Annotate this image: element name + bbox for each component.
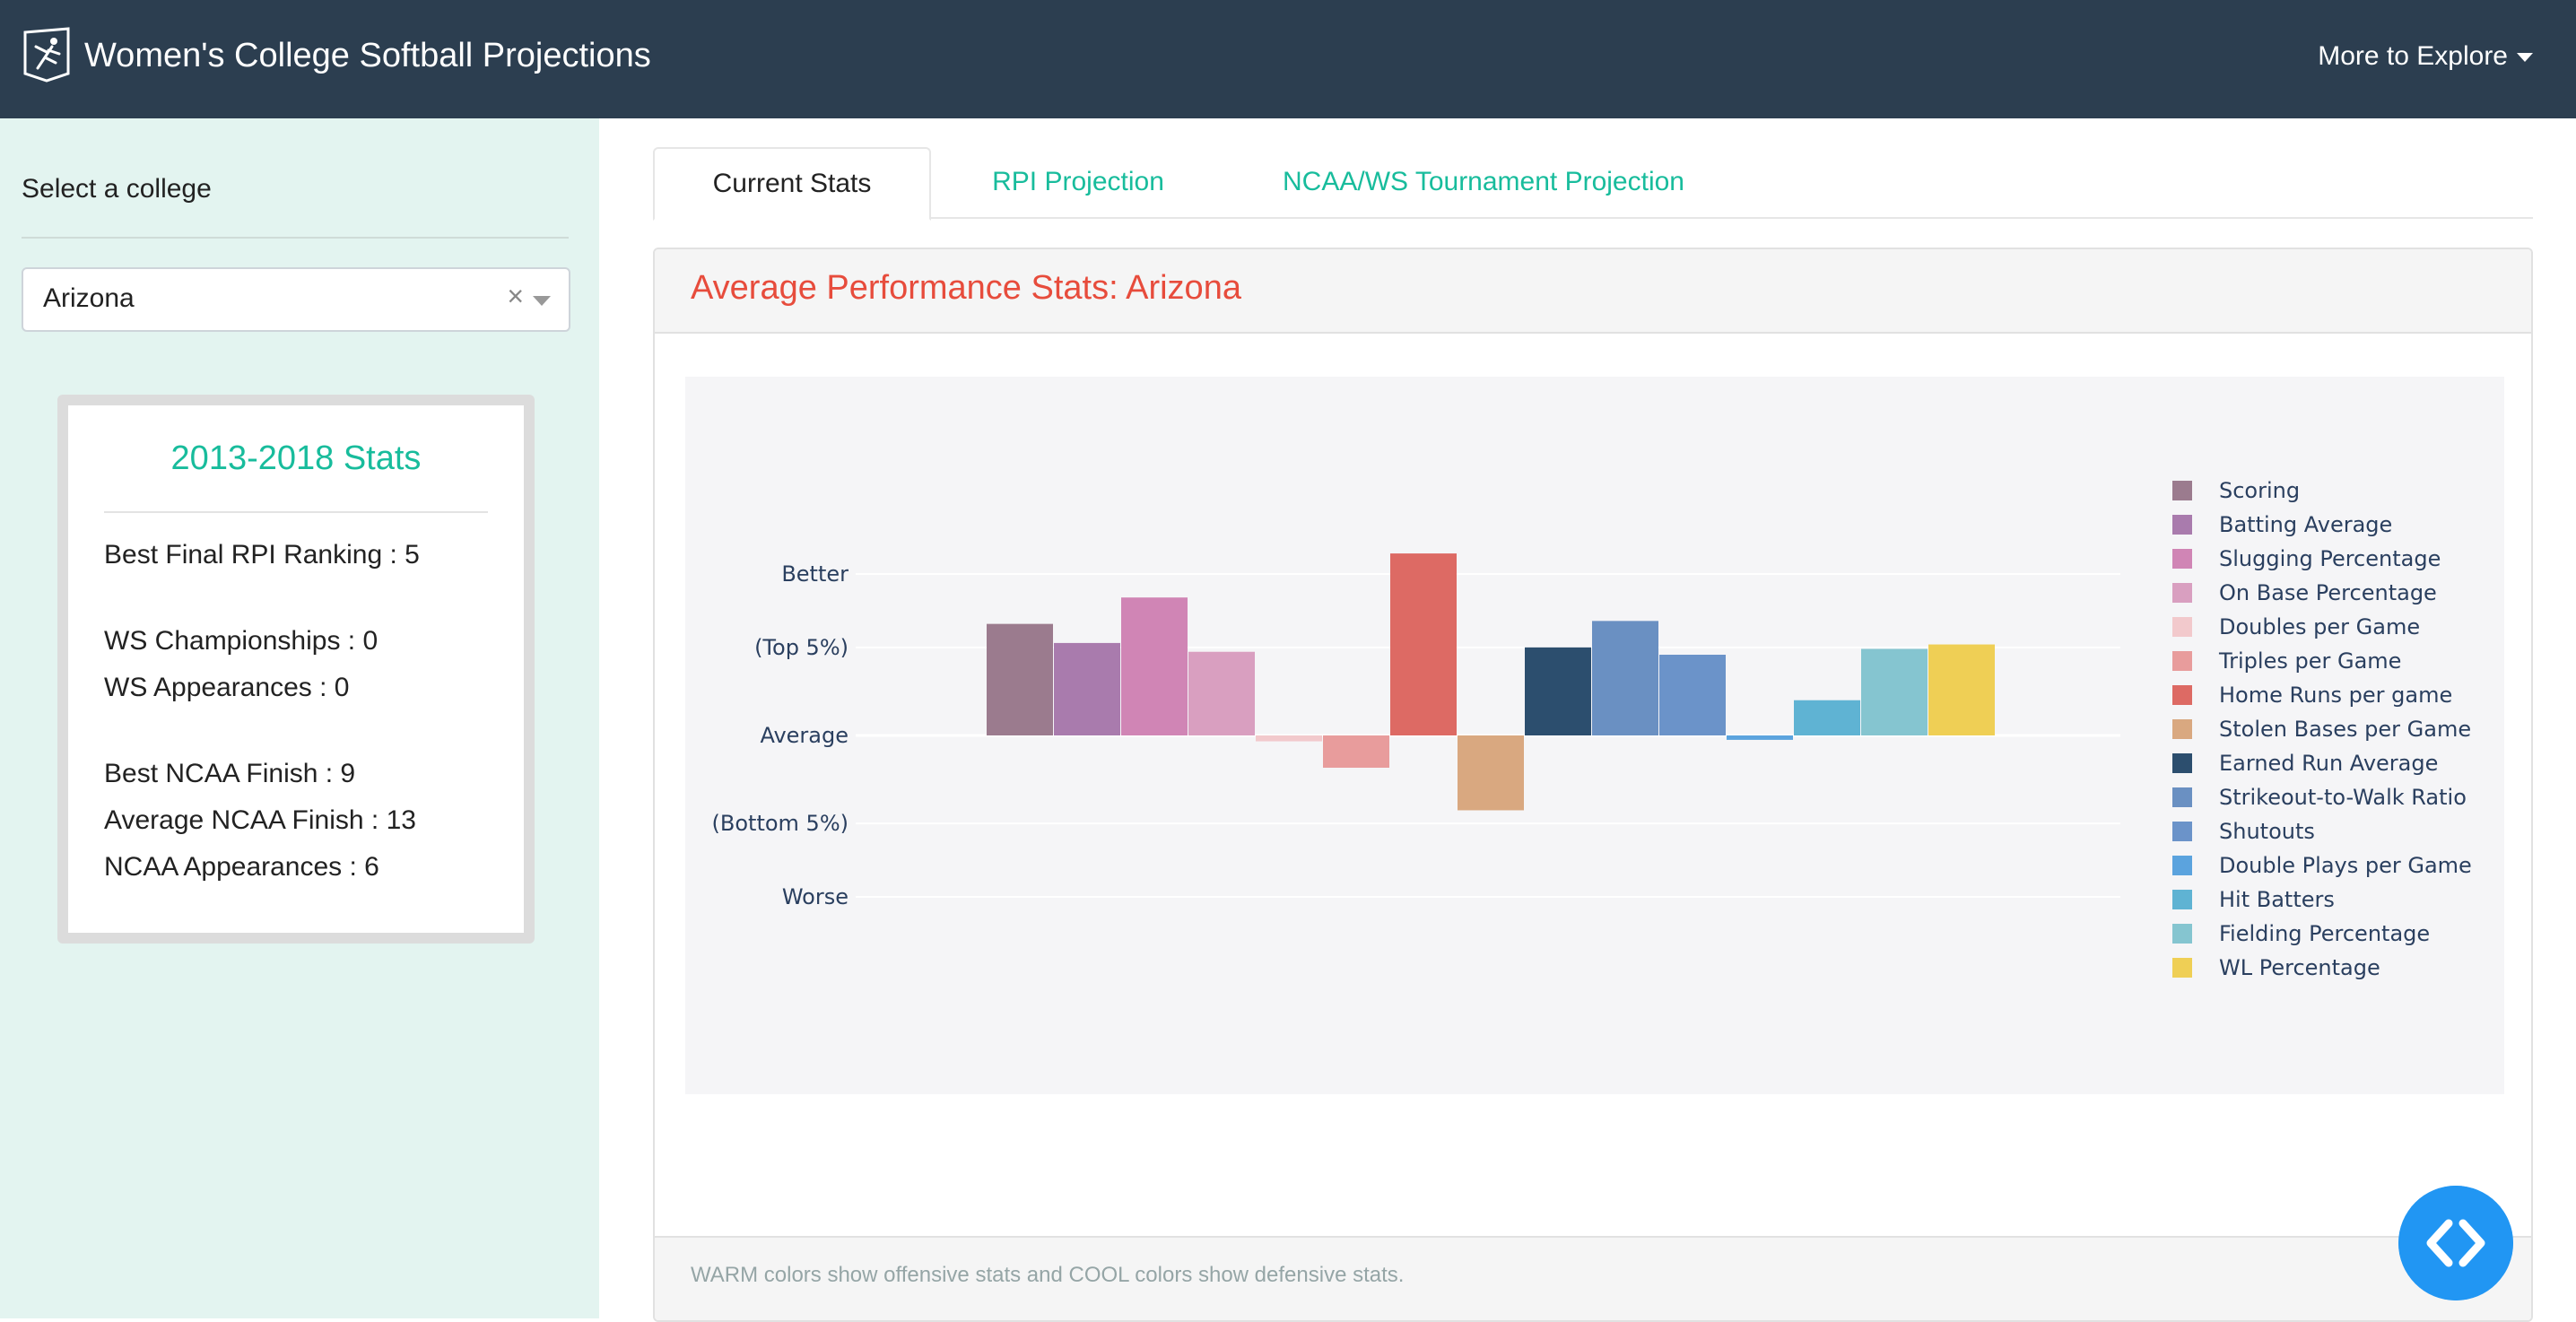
legend-swatch[interactable] bbox=[2172, 617, 2192, 637]
y-tick-label: Better bbox=[781, 561, 849, 587]
legend-label[interactable]: Shutouts bbox=[2219, 819, 2315, 844]
stat-ws-appearances: WS Appearances : 0 bbox=[104, 673, 350, 702]
bar-shutouts[interactable] bbox=[1659, 655, 1726, 735]
y-tick-label: Average bbox=[760, 723, 849, 748]
app-title[interactable]: Women's College Softball Projections bbox=[84, 32, 651, 79]
bar-strikeout-to-walk-ratio[interactable] bbox=[1592, 621, 1658, 735]
main-content: Current Stats RPI Projection NCAA/WS Tou… bbox=[599, 118, 2576, 1322]
bar-stolen-bases-per-game[interactable] bbox=[1458, 735, 1524, 811]
legend-swatch[interactable] bbox=[2172, 822, 2192, 841]
brand-logo-icon[interactable] bbox=[20, 27, 74, 83]
divider bbox=[104, 511, 488, 513]
sidebar: Select a college Arizona × 2013-2018 Sta… bbox=[0, 118, 599, 1318]
clear-icon[interactable]: × bbox=[507, 280, 524, 313]
stat-ws-championships: WS Championships : 0 bbox=[104, 626, 379, 656]
bar-scoring[interactable] bbox=[987, 623, 1053, 735]
more-to-explore-dropdown[interactable]: More to Explore bbox=[2318, 36, 2533, 77]
y-tick-label: (Bottom 5%) bbox=[712, 811, 849, 836]
bar-on-base-percentage[interactable] bbox=[1188, 651, 1255, 735]
legend-label[interactable]: WL Percentage bbox=[2219, 955, 2380, 980]
legend-label[interactable]: Hit Batters bbox=[2219, 887, 2335, 912]
stats-panel: Average Performance Stats: Arizona Bette… bbox=[653, 248, 2533, 1322]
legend-swatch[interactable] bbox=[2172, 719, 2192, 739]
legend-label[interactable]: Fielding Percentage bbox=[2219, 921, 2430, 946]
legend-label[interactable]: Scoring bbox=[2219, 478, 2300, 503]
legend-swatch[interactable] bbox=[2172, 890, 2192, 909]
panel-header: Average Performance Stats: Arizona bbox=[655, 249, 2531, 334]
legend-swatch[interactable] bbox=[2172, 787, 2192, 807]
legend-swatch[interactable] bbox=[2172, 549, 2192, 569]
legend-swatch[interactable] bbox=[2172, 856, 2192, 875]
legend-swatch[interactable] bbox=[2172, 685, 2192, 705]
legend-swatch[interactable] bbox=[2172, 515, 2192, 535]
select-college-label: Select a college bbox=[22, 174, 212, 204]
legend-label[interactable]: Stolen Bases per Game bbox=[2219, 717, 2471, 742]
legend-label[interactable]: Earned Run Average bbox=[2219, 751, 2438, 776]
stats-card-title: 2013-2018 Stats bbox=[170, 439, 422, 477]
stat-best-rpi: Best Final RPI Ranking : 5 bbox=[104, 540, 420, 570]
more-to-explore-label: More to Explore bbox=[2318, 41, 2508, 71]
bar-slugging-percentage[interactable] bbox=[1121, 597, 1188, 735]
college-stats-card-body: 2013-2018 Stats Best Final RPI Ranking :… bbox=[68, 405, 524, 933]
panel-title: Average Performance Stats: Arizona bbox=[691, 269, 1241, 307]
caret-down-icon bbox=[2517, 53, 2533, 63]
legend-swatch[interactable] bbox=[2172, 651, 2192, 671]
legend-label[interactable]: Triples per Game bbox=[2218, 648, 2401, 674]
divider bbox=[22, 237, 569, 239]
bar-hit-batters[interactable] bbox=[1794, 700, 1860, 735]
bar-fielding-percentage[interactable] bbox=[1861, 648, 1928, 735]
stat-average-ncaa-finish: Average NCAA Finish : 13 bbox=[104, 805, 416, 835]
legend-label[interactable]: On Base Percentage bbox=[2219, 580, 2437, 605]
tab-current-stats[interactable]: Current Stats bbox=[653, 147, 931, 221]
college-select[interactable]: Arizona × bbox=[22, 267, 570, 332]
legend-label[interactable]: Double Plays per Game bbox=[2219, 853, 2472, 878]
color-legend-note: WARM colors show offensive stats and COO… bbox=[691, 1263, 1405, 1287]
college-stats-card: 2013-2018 Stats Best Final RPI Ranking :… bbox=[57, 395, 535, 944]
code-toggle-button[interactable] bbox=[2398, 1186, 2513, 1300]
bar-home-runs-per-game[interactable] bbox=[1390, 553, 1457, 735]
tab-ncaa-ws-tournament-projection[interactable]: NCAA/WS Tournament Projection bbox=[1250, 147, 1717, 217]
bar-triples-per-game[interactable] bbox=[1323, 735, 1389, 768]
legend-swatch[interactable] bbox=[2172, 481, 2192, 500]
bar-earned-run-average[interactable] bbox=[1525, 647, 1591, 735]
legend-label[interactable]: Doubles per Game bbox=[2219, 614, 2420, 639]
legend-swatch[interactable] bbox=[2172, 583, 2192, 603]
legend-label[interactable]: Slugging Percentage bbox=[2219, 546, 2441, 571]
college-select-value: Arizona bbox=[43, 283, 135, 313]
bar-doubles-per-game[interactable] bbox=[1256, 735, 1322, 742]
panel-footer: WARM colors show offensive stats and COO… bbox=[655, 1236, 2531, 1320]
stat-best-ncaa-finish: Best NCAA Finish : 9 bbox=[104, 759, 356, 788]
legend-label[interactable]: Batting Average bbox=[2219, 512, 2392, 537]
bar-wl-percentage[interactable] bbox=[1928, 644, 1995, 735]
legend-swatch[interactable] bbox=[2172, 924, 2192, 944]
legend-swatch[interactable] bbox=[2172, 958, 2192, 978]
stat-ncaa-appearances: NCAA Appearances : 6 bbox=[104, 852, 379, 882]
chevron-down-icon[interactable] bbox=[533, 296, 551, 306]
tab-rpi-projection[interactable]: RPI Projection bbox=[963, 147, 1193, 217]
bar-batting-average[interactable] bbox=[1054, 642, 1120, 735]
y-tick-label: (Top 5%) bbox=[754, 635, 849, 660]
bar-double-plays-per-game[interactable] bbox=[1727, 735, 1793, 740]
tabs-baseline bbox=[653, 217, 2533, 219]
legend-label[interactable]: Home Runs per game bbox=[2219, 683, 2452, 708]
performance-bar-chart: Better (Top 5%) Average (Bottom 5%) Worse Sc… bbox=[685, 377, 2504, 1094]
y-tick-label: Worse bbox=[782, 884, 849, 909]
legend-swatch[interactable] bbox=[2172, 753, 2192, 773]
legend-label[interactable]: Strikeout-to-Walk Ratio bbox=[2219, 785, 2467, 810]
navbar: Women's College Softball Projections Mor… bbox=[0, 0, 2576, 118]
